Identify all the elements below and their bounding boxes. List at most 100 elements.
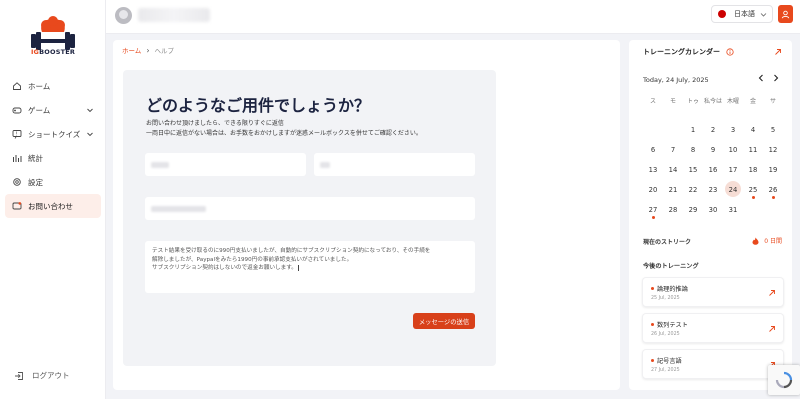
calendar-day[interactable]: 20	[643, 180, 663, 200]
sidebar: IGBOOSTER ホーム ゲーム ! ショートクイズ 統計 設定 お問い合わせ	[0, 0, 106, 399]
calendar-day[interactable]: 18	[743, 160, 763, 180]
fire-icon	[752, 237, 759, 245]
arrow-up-right-icon[interactable]	[768, 325, 776, 333]
training-calendar-panel: トレーニングカレンダー Today, 24 July, 2025 ス モ トゥ …	[629, 40, 792, 390]
japan-flag-icon	[718, 10, 726, 18]
contact-form-card: どのようなご用件でしょうか？ お問い合わせ頂けましたら、できる限りすぐに返信 一…	[123, 70, 496, 366]
calendar-title: トレーニングカレンダー	[643, 47, 734, 57]
main-content: ホーム › ヘルプ どのようなご用件でしょうか？ お問い合わせ頂けましたら、でき…	[113, 40, 620, 390]
calendar-day[interactable]: 23	[703, 180, 723, 200]
calendar-day[interactable]: 7	[663, 140, 683, 160]
description-line-1: お問い合わせ頂けましたら、できる限りすぐに返信	[146, 120, 284, 127]
calendar-day-today[interactable]: 24	[723, 180, 743, 200]
calendar-day-number: 17	[728, 166, 738, 174]
message-textarea[interactable]: テスト結果を受け取るのに990円支払いましたが、自動的にサブスクリプション契約に…	[145, 241, 475, 293]
weekday-label: モ	[669, 98, 676, 105]
calendar-empty-cell	[643, 120, 663, 140]
training-item[interactable]: 数列テスト 26 Jul, 2025	[642, 313, 784, 343]
chevron-right-icon[interactable]	[771, 73, 781, 83]
bullet-dot	[651, 359, 654, 362]
weekday-label: 私今は	[703, 98, 722, 105]
calendar-day[interactable]: 17	[723, 160, 743, 180]
chevron-down-icon	[760, 13, 767, 17]
name-field[interactable]	[145, 153, 306, 176]
sidebar-item-contact[interactable]: お問い合わせ	[5, 194, 101, 218]
calendar-current-date: Today, 24 July, 2025	[643, 76, 709, 84]
calendar-day[interactable]: 14	[663, 160, 683, 180]
sidebar-item-settings[interactable]: 設定	[5, 170, 101, 194]
training-date: 25 Jul, 2025	[651, 296, 680, 301]
calendar-day[interactable]: 16	[703, 160, 723, 180]
sidebar-item-stats[interactable]: 統計	[5, 146, 101, 170]
calendar-day[interactable]: 11	[743, 140, 763, 160]
calendar-day-number: 12	[768, 146, 778, 154]
calendar-day[interactable]: 31	[723, 200, 743, 220]
calendar-day-number: 15	[688, 166, 698, 174]
recaptcha-badge[interactable]	[768, 365, 800, 395]
calendar-day[interactable]: 12	[763, 140, 783, 160]
calendar-day[interactable]: 26	[763, 180, 783, 200]
calendar-day[interactable]: 5	[763, 120, 783, 140]
training-item[interactable]: 記号言語 27 Jul, 2025	[642, 349, 784, 379]
calendar-day[interactable]: 30	[703, 200, 723, 220]
language-selector[interactable]: 日本語	[711, 5, 773, 23]
calendar-day-number: 14	[668, 166, 678, 174]
calendar-day[interactable]: 3	[723, 120, 743, 140]
logout-button[interactable]: ログアウト	[14, 370, 70, 381]
calendar-day[interactable]: 21	[663, 180, 683, 200]
calendar-day[interactable]: 15	[683, 160, 703, 180]
calendar-day[interactable]: 1	[683, 120, 703, 140]
calendar-day[interactable]: 28	[663, 200, 683, 220]
contact-description: お問い合わせ頂けましたら、できる限りすぐに返信 一両日中に返信がない場合は、お手…	[146, 119, 422, 139]
calendar-day-number: 18	[748, 166, 758, 174]
streak-value: 0 日間	[752, 236, 782, 245]
calendar-day-number: 16	[708, 166, 718, 174]
message-line: サブスクリプション契約はしないので返金お願いします。	[152, 265, 299, 271]
training-marker-dot	[771, 196, 775, 199]
chevron-down-icon[interactable]	[86, 106, 94, 114]
calendar-day[interactable]: 10	[723, 140, 743, 160]
external-link-arrow-icon[interactable]	[774, 48, 782, 56]
training-marker-dot	[751, 196, 755, 199]
chevron-right-icon: ›	[146, 45, 150, 55]
breadcrumb-home-link[interactable]: ホーム	[122, 45, 141, 55]
calendar-day[interactable]: 29	[683, 200, 703, 220]
calendar-day[interactable]: 6	[643, 140, 663, 160]
sidebar-item-label: ホーム	[28, 81, 51, 91]
logout-icon	[15, 371, 23, 380]
calendar-day-number: 9	[710, 146, 716, 154]
calendar-day-number: 21	[668, 186, 678, 194]
calendar-day[interactable]: 13	[643, 160, 663, 180]
upcoming-training-title: 今後のトレーニング	[643, 263, 699, 270]
sidebar-item-label: 設定	[28, 177, 43, 187]
calendar-day[interactable]: 27	[643, 200, 663, 220]
gear-icon	[12, 177, 22, 187]
calendar-day[interactable]: 22	[683, 180, 703, 200]
calendar-day[interactable]: 4	[743, 120, 763, 140]
send-message-button[interactable]: メッセージの送信	[413, 313, 475, 329]
chevron-left-icon[interactable]	[756, 73, 766, 83]
calendar-day[interactable]: 2	[703, 120, 723, 140]
calendar-day[interactable]: 19	[763, 160, 783, 180]
calendar-day-number: 7	[670, 146, 676, 154]
email-field[interactable]	[145, 197, 475, 220]
sidebar-item-games[interactable]: ゲーム	[5, 98, 101, 122]
calendar-day[interactable]: 8	[683, 140, 703, 160]
avatar[interactable]	[115, 7, 132, 24]
arrow-up-right-icon[interactable]	[768, 289, 776, 297]
training-date: 26 Jul, 2025	[651, 332, 680, 337]
sidebar-item-label: ゲーム	[28, 105, 51, 115]
training-item[interactable]: 論理的推論 25 Jul, 2025	[642, 277, 784, 307]
user-menu-button[interactable]	[778, 5, 793, 23]
surname-field[interactable]	[314, 153, 475, 176]
info-icon[interactable]	[726, 48, 734, 56]
calendar-day[interactable]: 9	[703, 140, 723, 160]
chevron-down-icon[interactable]	[86, 130, 94, 138]
calendar-day-number: 22	[688, 186, 698, 194]
training-marker-dot	[651, 216, 655, 219]
calendar-day-number: 3	[730, 126, 736, 134]
sidebar-item-label: 統計	[28, 153, 43, 163]
calendar-day[interactable]: 25	[743, 180, 763, 200]
sidebar-item-short-quiz[interactable]: ! ショートクイズ	[5, 122, 101, 146]
sidebar-item-home[interactable]: ホーム	[5, 74, 101, 98]
